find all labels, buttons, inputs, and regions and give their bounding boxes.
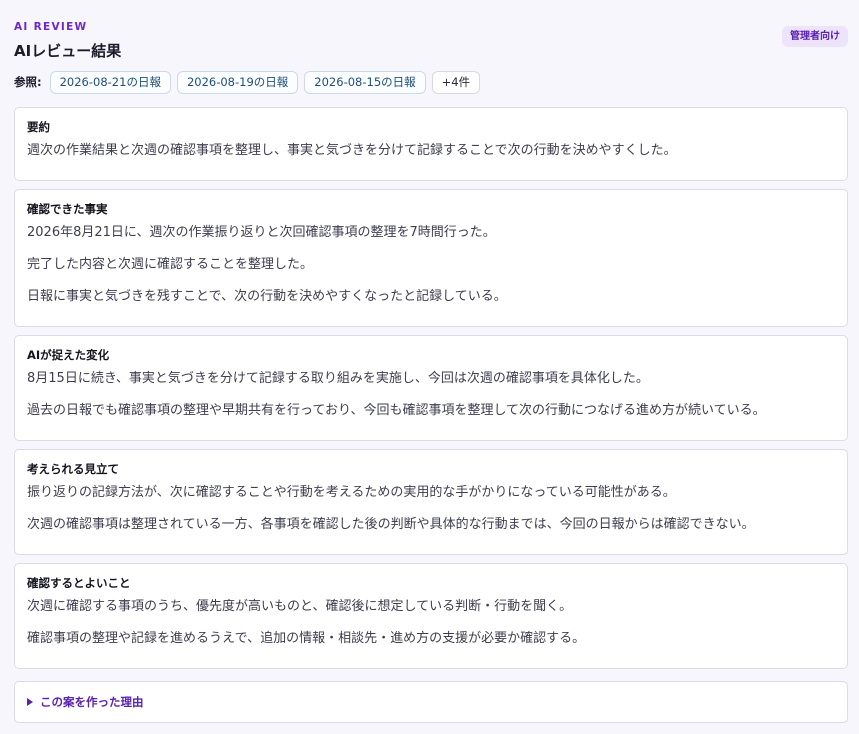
section-line: 完了した内容と次週に確認することを整理した。 (27, 257, 314, 272)
assessment-card: 考えられる見立て 振り返りの記録方法が、次に確認することや行動を考えるための実用… (14, 449, 848, 555)
section-line: 振り返りの記録方法が、次に確認することや行動を考えるための実用的な手がかりになっ… (27, 485, 676, 500)
reference-chip[interactable]: 2026-08-21の日報 (49, 70, 171, 94)
more-references-chip[interactable]: +4件 (431, 70, 481, 94)
section-title: 考えられる見立て (27, 462, 119, 476)
section-title: 要約 (27, 120, 50, 134)
facts-card: 確認できた事実 2026年8月21日に、週次の作業振り返りと次回確認事項の整理を… (14, 189, 848, 327)
section-title: 確認できた事実 (27, 202, 108, 216)
reference-label: 参照: (14, 75, 42, 89)
section-line: 8月15日に続き、事実と気づきを分けて記録する取り組みを実施し、今回は次週の確認… (27, 371, 649, 386)
disclosure-triangle-icon (27, 698, 33, 706)
changes-card: AIが捉えた変化 8月15日に続き、事実と気づきを分けて記録する取り組みを実施し… (14, 335, 848, 441)
summary-card: 要約 週次の作業結果と次週の確認事項を整理し、事実と気づきを分けて記録することで… (14, 107, 848, 181)
section-title: 確認するとよいこと (27, 576, 131, 590)
section-line: 次週の確認事項は整理されている一方、各事項を確認した後の判断や具体的な行動までは… (27, 517, 755, 532)
reference-chip[interactable]: 2026-08-15の日報 (304, 70, 426, 94)
audience-badge: 管理者向け (782, 26, 848, 47)
reference-chip[interactable]: 2026-08-19の日報 (176, 70, 299, 94)
section-line: 過去の日報でも確認事項の整理や早期共有を行っており、今回も確認事項を整理して次の… (27, 403, 766, 418)
section-line: 次週に確認する事項のうち、優先度が高いものと、確認後に想定している判断・行動を聞… (27, 599, 573, 614)
page-title: AIレビュー結果 (14, 42, 122, 60)
followup-card: 確認するとよいこと 次週に確認する事項のうち、優先度が高いものと、確認後に想定し… (14, 563, 848, 669)
section-line: 2026年8月21日に、週次の作業振り返りと次回確認事項の整理を7時間行った。 (27, 225, 496, 240)
reason-disclosure[interactable]: この案を作った理由 (14, 681, 848, 723)
reference-list: 参照: 2026-08-21の日報 2026-08-19の日報 2026-08-… (14, 70, 848, 94)
section-line: 日報に事実と気づきを残すことで、次の行動を決めやすくなったと記録している。 (27, 289, 507, 304)
section-line: 週次の作業結果と次週の確認事項を整理し、事実と気づきを分けて記録することで次の行… (27, 143, 677, 158)
section-title: AIが捉えた変化 (27, 348, 110, 362)
eyebrow-label: AI REVIEW (14, 21, 88, 33)
section-line: 確認事項の整理や記録を進めるうえで、追加の情報・相談先・進め方の支援が必要か確認… (27, 631, 586, 646)
reason-label: この案を作った理由 (40, 695, 144, 709)
ai-review-panel: AI REVIEW AIレビュー結果 管理者向け 参照: 2026-08-21の… (0, 0, 859, 723)
